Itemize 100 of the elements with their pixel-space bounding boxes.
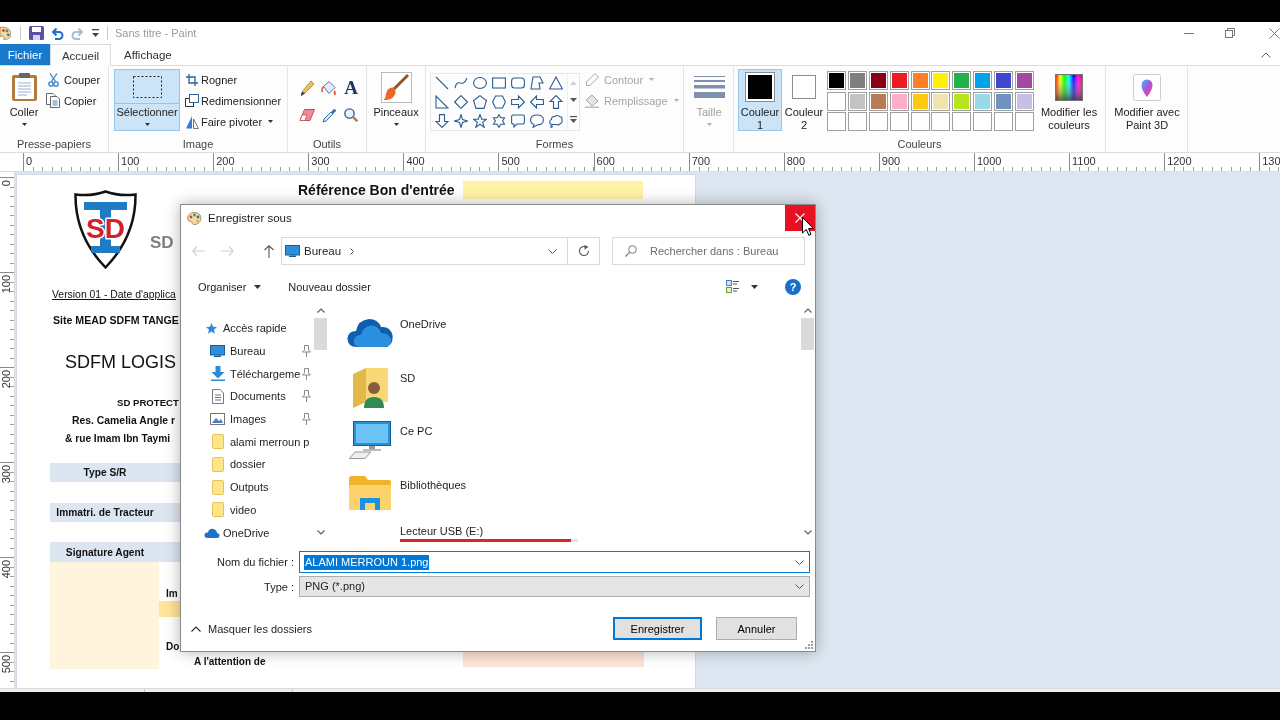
right-triangle-icon[interactable] xyxy=(434,95,449,110)
color-swatch-icon[interactable] xyxy=(889,71,909,90)
color-swatch-icon[interactable] xyxy=(952,91,972,111)
brushes-button[interactable]: Pinceaux xyxy=(373,69,419,131)
color-swatch-icon[interactable] xyxy=(910,91,930,111)
rounded-callout-icon[interactable] xyxy=(510,113,525,128)
color-swatch-icon[interactable] xyxy=(952,71,972,90)
color-picker-icon[interactable] xyxy=(321,107,337,123)
right-arrow-icon[interactable] xyxy=(510,95,525,110)
file-tile[interactable]: OneDrive xyxy=(340,311,600,365)
color-swatch-icon[interactable] xyxy=(973,91,993,111)
color-swatch-icon[interactable] xyxy=(973,71,993,90)
paste-button[interactable]: Coller xyxy=(6,69,42,131)
scroll-up-icon[interactable] xyxy=(803,308,812,313)
file-tile[interactable]: SD xyxy=(340,364,600,418)
rectangle-icon[interactable] xyxy=(491,76,506,91)
breadcrumb-item[interactable]: Bureau xyxy=(304,245,342,257)
ribbon-tab[interactable]: Accueil xyxy=(50,44,111,66)
resize-button[interactable]: Redimensionner xyxy=(185,90,285,111)
pencil-icon[interactable] xyxy=(300,80,314,96)
expand-gallery-icon[interactable] xyxy=(570,116,577,124)
color-swatch-icon[interactable] xyxy=(910,71,930,90)
paint3d-button[interactable]: Modifier avec Paint 3D xyxy=(1109,69,1185,131)
refresh-icon[interactable] xyxy=(577,245,590,257)
scroll-up-icon[interactable] xyxy=(316,308,325,313)
up-arrow-icon[interactable] xyxy=(548,95,563,110)
close-icon[interactable] xyxy=(1269,27,1280,39)
crop-button[interactable]: Rogner xyxy=(185,69,285,90)
color-swatch-icon[interactable] xyxy=(868,91,888,111)
chevron-right-icon[interactable] xyxy=(350,247,355,255)
collapse-ribbon-icon[interactable] xyxy=(1261,51,1271,58)
five-point-star-icon[interactable] xyxy=(472,113,487,128)
rotate-button[interactable]: Faire pivoter xyxy=(185,111,285,132)
organize-menu[interactable]: Organiser xyxy=(194,275,266,298)
cut-button[interactable]: Couper xyxy=(46,69,104,90)
color-swatch-icon[interactable] xyxy=(847,91,867,111)
nav-item[interactable]: Documents xyxy=(181,385,313,408)
nav-item[interactable]: Bureau xyxy=(181,339,313,363)
cloud-callout-icon[interactable] xyxy=(548,113,563,128)
nav-item[interactable]: Images xyxy=(181,407,313,431)
curve-icon[interactable] xyxy=(453,76,468,91)
restore-icon[interactable] xyxy=(1225,28,1235,38)
file-name-field[interactable]: ALAMI MERROUN 1.png xyxy=(299,551,810,573)
address-bar[interactable]: Bureau xyxy=(281,237,600,265)
nav-item[interactable]: OneDrive xyxy=(181,524,313,543)
file-tile[interactable]: Ce PC xyxy=(340,418,600,472)
magnifier-icon[interactable] xyxy=(344,108,358,122)
file-type-dropdown[interactable]: PNG (*.png) xyxy=(299,576,810,597)
nav-item[interactable]: Téléchargeme xyxy=(181,362,313,386)
color-swatch-icon[interactable] xyxy=(847,71,867,90)
color-swatch-icon[interactable] xyxy=(889,91,909,111)
up-arrow-icon[interactable] xyxy=(264,244,274,258)
line-icon[interactable] xyxy=(434,76,449,91)
scroll-down-icon[interactable] xyxy=(803,530,812,535)
scrollbar-thumb[interactable] xyxy=(801,318,814,350)
caret-icon[interactable] xyxy=(751,284,758,289)
color-swatch-icon[interactable] xyxy=(994,91,1014,111)
file-tile[interactable]: Lecteur USB (E:) xyxy=(340,525,600,545)
eraser-icon[interactable] xyxy=(299,109,315,121)
select-button[interactable]: Sélectionner xyxy=(114,69,180,131)
color-swatch-icon[interactable] xyxy=(827,91,846,111)
dropdown-caret-icon[interactable] xyxy=(548,248,557,254)
ribbon-tab[interactable]: Affichage xyxy=(111,44,185,65)
minimize-icon[interactable] xyxy=(1184,32,1194,34)
paint-bucket-icon[interactable] xyxy=(321,80,337,96)
polygon-icon[interactable] xyxy=(529,76,544,91)
dropdown-caret-icon[interactable] xyxy=(795,559,804,565)
color-swatch-icon[interactable] xyxy=(994,71,1014,90)
undo-icon[interactable] xyxy=(51,26,64,40)
triangle-icon[interactable] xyxy=(548,76,563,91)
down-arrow-icon[interactable] xyxy=(434,113,449,128)
oval-icon[interactable] xyxy=(472,76,487,91)
nav-item[interactable]: video xyxy=(181,498,313,522)
scroll-down-icon[interactable] xyxy=(316,530,325,535)
pentagon-icon[interactable] xyxy=(472,95,487,110)
file-tab[interactable]: Fichier xyxy=(0,44,50,65)
nav-item[interactable]: dossier xyxy=(181,453,313,476)
close-button[interactable] xyxy=(785,205,815,231)
color-swatch-icon[interactable] xyxy=(1015,71,1034,90)
hexagon-icon[interactable] xyxy=(491,95,506,110)
nav-item[interactable]: Accès rapide xyxy=(181,317,313,340)
cancel-button[interactable]: Annuler xyxy=(716,617,797,640)
save-icon[interactable] xyxy=(29,26,44,40)
color-swatch-icon[interactable] xyxy=(931,71,951,90)
save-button[interactable]: Enregistrer xyxy=(613,617,702,640)
scroll-down-icon[interactable] xyxy=(570,98,577,103)
search-field[interactable]: Rechercher dans : Bureau xyxy=(612,237,805,265)
nav-item[interactable]: Outputs xyxy=(181,475,313,499)
help-button[interactable]: ? xyxy=(785,278,801,295)
color-swatch-icon[interactable] xyxy=(1015,91,1034,111)
scrollbar-thumb[interactable] xyxy=(314,318,327,350)
oval-callout-icon[interactable] xyxy=(529,113,544,128)
diamond-icon[interactable] xyxy=(453,95,468,110)
new-folder-button[interactable]: Nouveau dossier xyxy=(284,275,375,298)
left-arrow-icon[interactable] xyxy=(529,95,544,110)
edit-colors-button[interactable]: Modifier les couleurs xyxy=(1036,69,1102,131)
view-options-icon[interactable] xyxy=(726,280,739,293)
hide-folders-toggle[interactable]: Masquer les dossiers xyxy=(191,622,312,635)
nav-item[interactable]: alami merroun p xyxy=(181,430,313,454)
four-point-star-icon[interactable] xyxy=(453,113,468,128)
